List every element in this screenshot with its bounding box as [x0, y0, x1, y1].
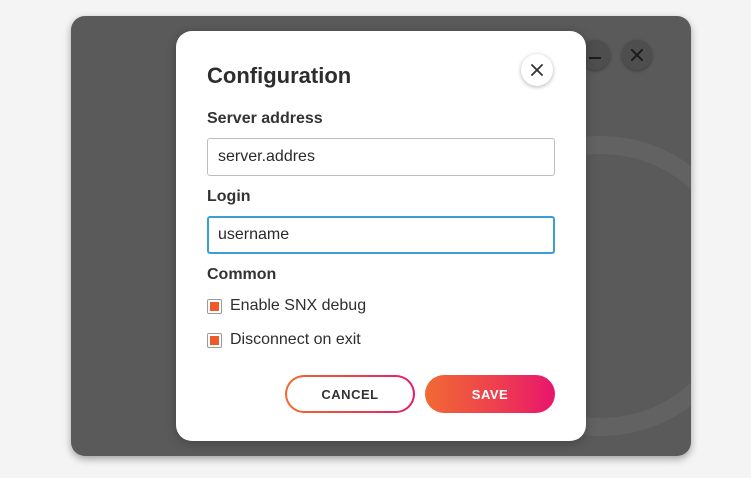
close-icon: [631, 49, 643, 61]
cancel-button[interactable]: CANCEL: [285, 375, 415, 413]
enable-snx-debug-checkbox[interactable]: [207, 298, 222, 314]
disconnect-on-exit-label: Disconnect on exit: [230, 331, 361, 348]
dialog-close-button[interactable]: [521, 54, 553, 86]
server-address-input[interactable]: [207, 138, 555, 176]
save-button[interactable]: SAVE: [425, 375, 555, 413]
common-section-label: Common: [207, 266, 277, 283]
configuration-dialog: Configuration Server address Login Commo…: [176, 31, 586, 441]
minimize-icon: [589, 57, 601, 59]
disconnect-on-exit-option[interactable]: Disconnect on exit: [207, 331, 361, 349]
disconnect-on-exit-checkbox[interactable]: [207, 332, 222, 348]
enable-snx-debug-option[interactable]: Enable SNX debug: [207, 297, 366, 315]
checkbox-checked-indicator: [210, 335, 219, 345]
login-label: Login: [207, 188, 251, 205]
server-address-label: Server address: [207, 110, 323, 127]
dialog-title: Configuration: [207, 63, 352, 88]
login-input[interactable]: [207, 216, 555, 254]
window-close-button[interactable]: [622, 40, 652, 70]
checkbox-checked-indicator: [210, 301, 219, 311]
enable-snx-debug-label: Enable SNX debug: [230, 297, 367, 314]
close-icon: [531, 64, 543, 76]
